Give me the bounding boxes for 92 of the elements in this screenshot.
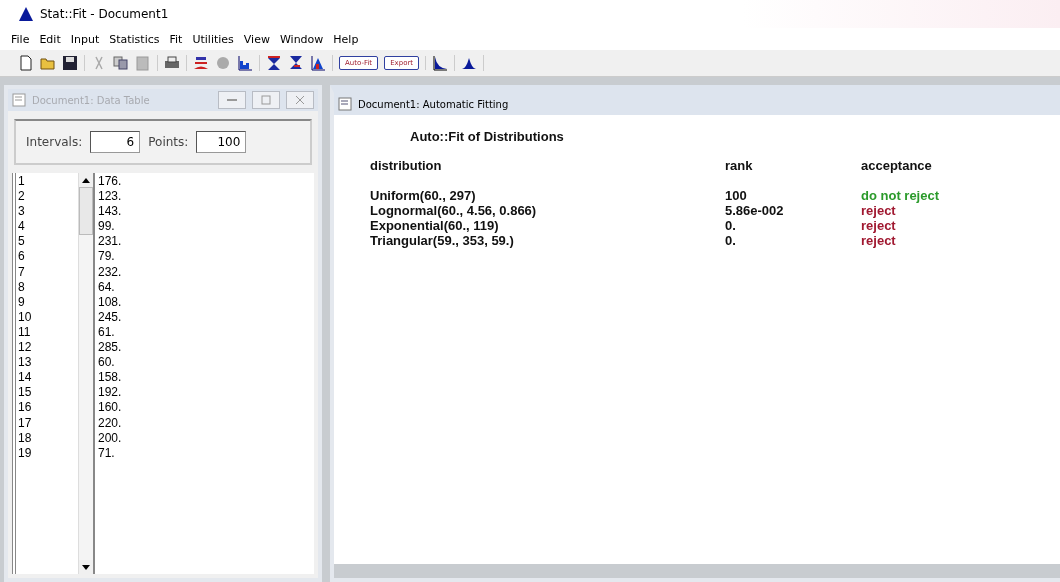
table-cell-text: 79. [98, 249, 116, 265]
row-number: 11 [18, 324, 32, 341]
table-cell-text: Lognormal(60., 4.56, 0.866) [370, 203, 538, 218]
report-heading: Auto::Fit of Distributions [410, 129, 565, 144]
row-number: 16 [18, 400, 33, 416]
row-number: 1 [18, 174, 26, 190]
table-cell-text: 99. [98, 219, 116, 235]
table-cell-text: reject [861, 218, 897, 233]
window-title: Document1: Automatic Fitting [358, 98, 510, 110]
window-title: Document1: Data Table [32, 94, 151, 106]
hourglass-icon[interactable] [266, 55, 282, 71]
document-icon [12, 93, 26, 107]
row-number: 6 [18, 249, 26, 265]
histogram-icon[interactable] [310, 55, 326, 71]
up-arrow-icon [82, 177, 90, 183]
scroll-down-button[interactable] [79, 560, 93, 574]
menu-item[interactable]: Window [274, 32, 329, 46]
table-cell-text: 60. [98, 355, 116, 371]
table-cell-text: 100 [725, 188, 748, 203]
row-number: 18 [18, 430, 33, 446]
hourglass-icon[interactable] [288, 55, 304, 71]
table-cell-text: Exponential(60., 119) [370, 218, 500, 233]
decay-curve-icon[interactable] [432, 55, 449, 71]
row-number: 3 [18, 204, 26, 220]
table-cell: 143. [98, 204, 122, 220]
chart-stack-icon[interactable] [193, 55, 209, 71]
field-label: Intervals: [26, 135, 83, 149]
menu-item[interactable]: View [238, 32, 275, 46]
row-number: 8 [18, 279, 26, 295]
input-field[interactable]: 6 [90, 131, 141, 153]
table-cell: 200. [98, 430, 122, 446]
row-number: 13 [18, 355, 33, 371]
row-number: 7 [18, 264, 26, 280]
table-cell-text: do not reject [861, 188, 940, 203]
scroll-thumb[interactable] [79, 187, 93, 235]
table-cell-text: 0. [725, 218, 737, 233]
row-number: 10 [18, 309, 33, 325]
minimize-icon [227, 98, 237, 102]
table-cell-text: Triangular(59., 353, 59.) [370, 233, 515, 248]
menu-item[interactable]: File [6, 32, 35, 46]
row-number: 9 [18, 294, 26, 310]
menu-item[interactable]: Edit [34, 32, 66, 46]
copy-icon[interactable] [113, 55, 129, 71]
column-header: acceptance [861, 158, 933, 173]
table-cell: 232. [98, 264, 122, 280]
table-cell: 160. [98, 400, 122, 416]
row-number: 17 [18, 415, 33, 431]
row-number: 5 [18, 234, 26, 250]
table-cell: 176. [98, 174, 122, 190]
table-cell: 123. [98, 189, 122, 205]
column-header: distribution [370, 158, 443, 173]
histogram-icon[interactable] [237, 55, 253, 71]
table-cell: 285. [98, 340, 122, 356]
document-icon [338, 97, 352, 111]
menu-item[interactable]: Statistics [104, 32, 165, 46]
print-icon[interactable] [164, 55, 180, 71]
table-cell-text: reject [861, 203, 897, 218]
menu-item[interactable]: Input [65, 32, 105, 46]
menu-item[interactable]: Fit [164, 32, 188, 46]
app-logo-icon [18, 6, 34, 22]
row-number: 19 [18, 445, 33, 461]
close-icon [295, 95, 305, 105]
field-label: Points: [148, 135, 189, 149]
table-cell: 245. [98, 309, 122, 325]
row-number: 4 [18, 219, 26, 235]
window-title: Stat::Fit - Document1 [40, 7, 169, 21]
table-cell: 158. [98, 370, 122, 386]
table-cell: 220. [98, 415, 122, 431]
table-cell-text: 61. [98, 324, 116, 341]
table-cell: 231. [98, 234, 122, 250]
down-arrow-icon [82, 564, 90, 570]
scroll-up-button[interactable] [79, 173, 93, 187]
column-header: rank [725, 158, 754, 173]
table-cell-text: 64. [98, 279, 116, 295]
new-file-icon[interactable] [18, 55, 34, 71]
table-cell: 108. [98, 294, 122, 310]
restore-icon [261, 95, 271, 105]
table-cell-text: 5.86e-002 [725, 203, 785, 218]
menu-item[interactable]: Help [328, 32, 364, 46]
table-cell-text: 0. [725, 233, 737, 248]
row-number: 2 [18, 189, 26, 205]
row-number: 15 [18, 385, 33, 401]
row-number: 12 [18, 340, 33, 356]
open-folder-icon[interactable] [40, 55, 56, 71]
input-field[interactable]: 100 [196, 131, 247, 153]
row-number: 14 [18, 370, 33, 386]
table-cell-text: reject [861, 233, 897, 248]
table-cell-text: Uniform(60., 297) [370, 188, 477, 203]
save-icon[interactable] [62, 55, 78, 71]
menu-item[interactable]: Utilities [187, 32, 239, 46]
table-cell: 192. [98, 385, 122, 401]
table-cell-text: 71. [98, 445, 116, 461]
